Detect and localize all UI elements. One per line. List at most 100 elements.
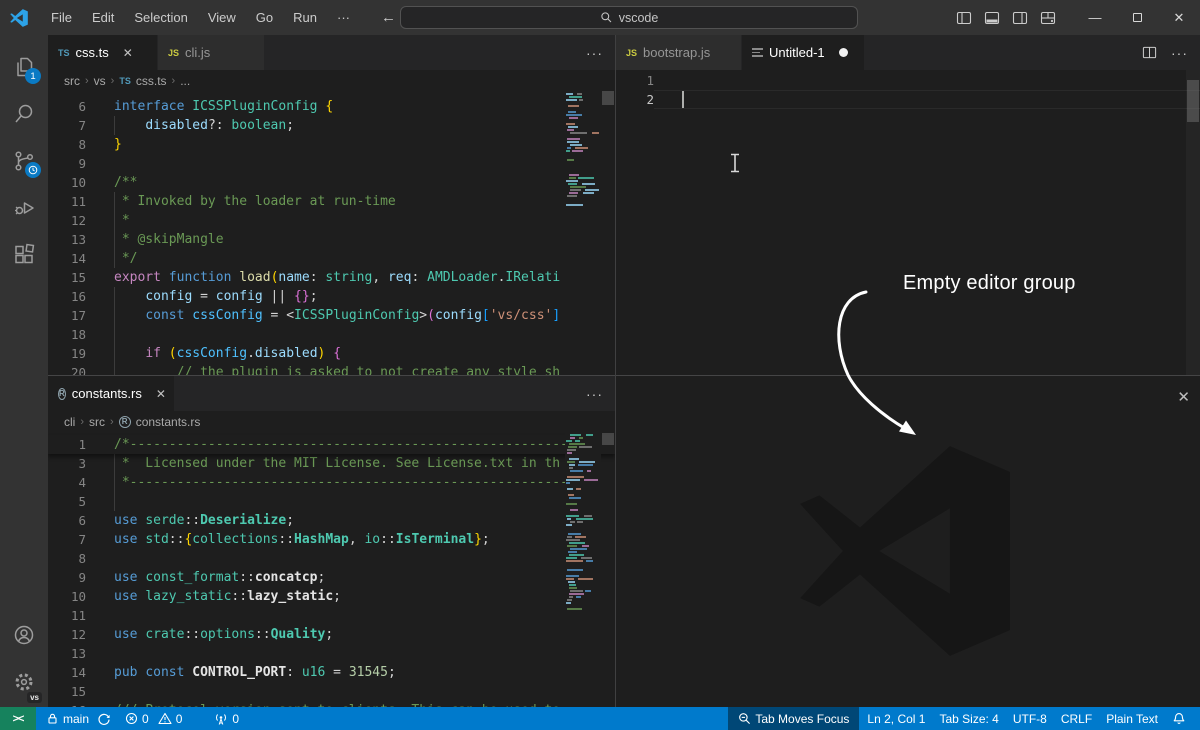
line-number: 19	[48, 344, 86, 363]
menu-go[interactable]: Go	[247, 6, 282, 29]
editor-cssts[interactable]: 6interface ICSSPluginConfig {7 disabled?…	[48, 91, 615, 375]
close-editor-group-icon[interactable]: ✕	[1177, 388, 1190, 406]
line-number: 1	[48, 435, 86, 454]
command-center-search[interactable]: vscode	[400, 6, 858, 29]
sidebar-item-search[interactable]	[0, 90, 48, 137]
minimap-row	[565, 539, 601, 541]
indent-guide	[114, 249, 115, 268]
breadcrumb-item[interactable]: constants.rs	[136, 415, 201, 429]
minimap-row	[565, 114, 601, 116]
minimap-row	[565, 497, 601, 499]
scrollbar-vertical[interactable]	[601, 91, 615, 375]
line-number: 10	[48, 587, 86, 606]
line-number: 13	[48, 644, 86, 663]
split-editor-icon[interactable]	[1142, 45, 1157, 60]
language-mode-item[interactable]: Plain Text	[1100, 707, 1164, 730]
customize-layout-icon[interactable]	[1040, 10, 1056, 26]
close-tab-icon[interactable]: ✕	[156, 387, 166, 401]
line-number: 7	[48, 116, 86, 135]
menu-edit[interactable]: Edit	[83, 6, 123, 29]
scrollbar-vertical[interactable]	[1186, 70, 1200, 375]
ports-status-item[interactable]: 0	[208, 707, 245, 730]
line-number: 6	[48, 511, 86, 530]
breadcrumb-item[interactable]: cli	[64, 415, 75, 429]
line-number: 16	[48, 287, 86, 306]
dirty-dot-icon[interactable]	[839, 48, 848, 57]
menu-overflow-ellipsis[interactable]: ···	[328, 6, 359, 29]
sidebar-item-explorer[interactable]: 1	[0, 43, 48, 90]
menu-file[interactable]: File	[42, 6, 81, 29]
toggle-secondary-sidebar-icon[interactable]	[1012, 10, 1028, 26]
ports-count: 0	[232, 712, 239, 726]
tab-moves-focus-item[interactable]: Tab Moves Focus	[728, 707, 859, 730]
more-actions-icon[interactable]: ···	[1171, 45, 1188, 61]
minimize-button[interactable]: —	[1074, 0, 1116, 35]
gear-icon	[12, 670, 36, 694]
minimap-row	[565, 144, 601, 146]
line-number: 18	[48, 325, 86, 344]
breadcrumb-item[interactable]: ...	[180, 74, 190, 88]
minimap-row	[565, 533, 601, 535]
minimap-row	[565, 530, 601, 532]
editor-area: TS css.ts ✕ JS cli.js ··· src	[48, 35, 1200, 707]
maximize-button[interactable]	[1116, 0, 1158, 35]
editor-column-left: TS css.ts ✕ JS cli.js ··· src	[48, 35, 616, 707]
minimap-row	[565, 105, 601, 107]
sidebar-item-run-debug[interactable]	[0, 184, 48, 231]
tab-untitled-1[interactable]: Untitled-1	[742, 35, 865, 70]
accounts-button[interactable]	[0, 611, 48, 658]
close-tab-icon[interactable]: ✕	[123, 46, 133, 60]
toggle-panel-icon[interactable]	[984, 10, 1000, 26]
tab-css-ts[interactable]: TS css.ts ✕	[48, 35, 158, 70]
scrollbar-thumb[interactable]	[602, 433, 614, 445]
editor-untitled[interactable]: 12	[616, 70, 1200, 375]
menu-selection[interactable]: Selection	[125, 6, 196, 29]
scrollbar-vertical[interactable]	[601, 432, 615, 707]
line-number: 15	[48, 682, 86, 701]
more-actions-icon[interactable]: ···	[586, 386, 603, 402]
more-actions-icon[interactable]: ···	[586, 45, 603, 61]
notifications-bell-item[interactable]	[1166, 707, 1192, 730]
eol-item[interactable]: CRLF	[1055, 707, 1098, 730]
menu-view[interactable]: View	[199, 6, 245, 29]
sidebar-item-extensions[interactable]	[0, 231, 48, 278]
breadcrumb-item[interactable]: css.ts	[136, 74, 167, 88]
error-count: 0	[142, 712, 149, 726]
problems-status-item[interactable]: 0 0	[119, 707, 188, 730]
cursor-position-item[interactable]: Ln 2, Col 1	[861, 707, 931, 730]
encoding-item[interactable]: UTF-8	[1007, 707, 1053, 730]
tab-cli-js[interactable]: JS cli.js	[158, 35, 265, 70]
scrollbar-thumb[interactable]	[1187, 80, 1199, 122]
breadcrumb-item[interactable]: vs	[94, 74, 106, 88]
minimap-row	[565, 150, 601, 152]
scrollbar-thumb[interactable]	[602, 91, 614, 105]
minimap-row	[565, 476, 601, 478]
vscode-logo-icon	[10, 9, 28, 27]
tab-bootstrap-js[interactable]: JS bootstrap.js	[616, 35, 742, 70]
settings-gear-button[interactable]: vs	[0, 658, 48, 705]
minimap[interactable]	[565, 432, 601, 707]
minimap-row	[565, 126, 601, 128]
minimap[interactable]	[565, 91, 601, 375]
branch-status-item[interactable]: main	[40, 707, 117, 730]
minimap-row	[565, 189, 601, 191]
remote-indicator[interactable]: ><	[0, 707, 36, 730]
breadcrumb-item[interactable]: src	[89, 415, 105, 429]
editor-constants[interactable]: 1/*-------------------------------------…	[48, 432, 615, 707]
tab-constants-rs[interactable]: R constants.rs ✕	[48, 376, 175, 411]
toggle-primary-sidebar-icon[interactable]	[956, 10, 972, 26]
error-icon	[125, 712, 138, 725]
minimap-row	[565, 102, 601, 104]
breadcrumb-item[interactable]: src	[64, 74, 80, 88]
code-line-8: 8	[48, 549, 615, 568]
line-number: 4	[48, 473, 86, 492]
annotation-label: Empty editor group	[903, 272, 1076, 295]
close-window-button[interactable]: ✕	[1158, 0, 1200, 35]
menu-run[interactable]: Run	[284, 6, 326, 29]
minimap-row	[565, 437, 601, 439]
bell-icon	[1172, 712, 1186, 726]
back-arrow-icon[interactable]: ←	[381, 9, 396, 26]
indentation-item[interactable]: Tab Size: 4	[933, 707, 1004, 730]
sidebar-item-source-control[interactable]	[0, 137, 48, 184]
minimap-row	[565, 551, 601, 553]
